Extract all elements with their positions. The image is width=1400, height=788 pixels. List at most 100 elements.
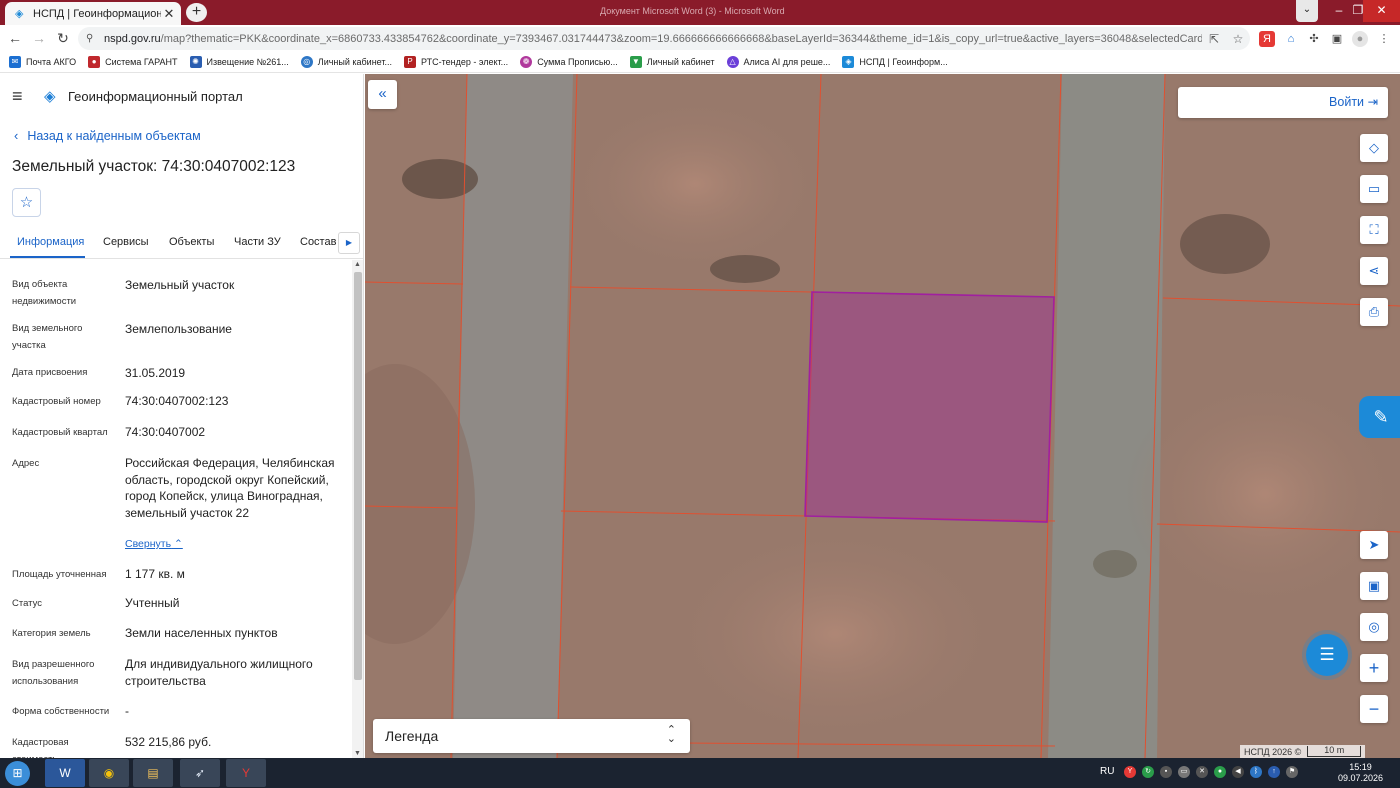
panel-scrollbar[interactable]: ▲ ▼ <box>352 260 363 758</box>
property-value: - <box>125 704 129 718</box>
hamburger-menu-icon[interactable]: ≡ <box>12 86 30 107</box>
tray-flag-icon[interactable]: ⚑ <box>1286 766 1298 778</box>
clock-date: 09.07.2026 <box>1338 773 1384 783</box>
map-footer: НСПД 2026 © 10 m <box>1240 745 1366 758</box>
scroll-up-icon[interactable]: ▲ <box>354 261 361 268</box>
clock[interactable]: 15:19 09.07.2026 <box>1338 762 1383 784</box>
home-extension-icon[interactable]: ⌂ <box>1283 31 1299 47</box>
property-value: Земельный участок <box>125 278 235 292</box>
reload-icon[interactable]: ↻ <box>54 29 72 47</box>
scroll-down-icon[interactable]: ▼ <box>354 750 361 757</box>
share-page-icon[interactable]: ⇱ <box>1202 32 1226 46</box>
property-label: Адрес <box>12 458 40 469</box>
tray-yandex-icon[interactable]: Y <box>1124 766 1136 778</box>
bookmark-item[interactable]: ▼ Личный кабинет <box>629 56 715 68</box>
browser-menu-icon[interactable]: ⋮ <box>1376 31 1392 47</box>
extensions-puzzle-icon[interactable]: ✣ <box>1306 31 1322 47</box>
print-icon[interactable]: ⎙ <box>1360 298 1388 326</box>
login-button[interactable]: Войти ⇥ <box>1178 87 1388 118</box>
info-tabs: Информация Сервисы Объекты Части ЗУ Сост… <box>0 232 363 259</box>
tab-parcel-parts[interactable]: Части ЗУ <box>234 236 281 248</box>
bookmark-item[interactable]: Р РТС-тендер - элект... <box>404 56 508 68</box>
bookmark-item[interactable]: ✉ Почта АКГО <box>9 56 76 68</box>
layers-icon[interactable]: ◇ <box>1360 134 1388 162</box>
collapse-panel-button[interactable]: « <box>368 80 397 109</box>
bookmark-item[interactable]: ◎ Личный кабинет... <box>300 56 392 68</box>
tray-display-icon[interactable]: ▭ <box>1178 766 1190 778</box>
object-title: Земельный участок: 74:30:0407002:123 <box>12 158 296 175</box>
forward-arrow-icon[interactable]: → <box>30 29 48 47</box>
tab-close-icon[interactable]: ✕ <box>161 6 177 22</box>
geolocation-icon[interactable]: ➤ <box>1360 531 1388 559</box>
property-value: 1 177 кв. м <box>125 567 185 581</box>
chat-icon[interactable]: ☰ <box>1306 634 1348 676</box>
back-link-label: Назад к найденным объектам <box>27 128 201 143</box>
browser-tab-bar: ◈ НСПД | Геоинформационный п ✕ + Докумен… <box>0 0 1400 25</box>
tab-composition[interactable]: Состав <box>300 236 336 248</box>
word-app-icon[interactable]: W <box>45 759 85 787</box>
bookmark-item[interactable]: ◈ НСПД | Геоинформ... <box>842 56 948 68</box>
profile-avatar[interactable]: ● <box>1352 31 1368 47</box>
login-arrow-icon: ⇥ <box>1367 95 1378 109</box>
back-arrow-icon[interactable]: ← <box>6 29 24 47</box>
area-select-icon[interactable]: ⛶ <box>1360 216 1388 244</box>
map-copyright: НСПД 2026 © <box>1244 746 1302 757</box>
property-label: Категория земель <box>12 628 91 639</box>
property-label: Вид земельного участка <box>12 323 83 351</box>
tab-search-button[interactable]: ⌄ <box>1296 0 1318 22</box>
bookmark-item[interactable]: △ Алиса AI для реше... <box>726 56 830 68</box>
minimap-icon[interactable]: ▣ <box>1360 572 1388 600</box>
browser-tab[interactable]: ◈ НСПД | Геоинформационный п ✕ <box>5 2 181 25</box>
bookmark-item[interactable]: ✺ Извещение №261... <box>189 56 289 68</box>
yandex-browser-icon[interactable]: Y <box>226 759 266 787</box>
tray-bluetooth-icon[interactable]: ᛒ <box>1250 766 1262 778</box>
site-info-icon[interactable]: ⚲ <box>86 33 98 44</box>
url-input[interactable]: ⚲ nspd.gov.ru/map?thematic=PKK&coordinat… <box>78 27 1250 50</box>
bookmark-favicon-icon: ✺ <box>189 56 202 68</box>
language-indicator[interactable]: RU <box>1100 766 1114 777</box>
zoom-out-button[interactable]: − <box>1360 695 1388 723</box>
tray-security-icon[interactable]: ● <box>1214 766 1226 778</box>
tray-volume-icon[interactable]: ◀ <box>1232 766 1244 778</box>
collapse-address-link[interactable]: Свернуть ⌃ <box>125 538 183 550</box>
satellite-imagery <box>365 74 1400 758</box>
tray-app-icon[interactable]: ▪ <box>1160 766 1172 778</box>
tray-update-icon[interactable]: ↑ <box>1268 766 1280 778</box>
yandex-extension-icon[interactable]: Я <box>1259 31 1275 47</box>
tray-network-icon[interactable]: ✕ <box>1196 766 1208 778</box>
sidebar-icon[interactable]: ▣ <box>1329 31 1345 47</box>
close-window-button[interactable]: ✕ <box>1363 0 1400 22</box>
tab-information[interactable]: Информация <box>17 236 84 248</box>
cadastral-map[interactable]: « Войти ⇥ ◇ ▭ ⛶ ⋖ ⎙ ✎ ➤ ▣ ◎ + − ☰ Легенд… <box>365 74 1400 758</box>
bookmark-item[interactable]: ● Система ГАРАНТ <box>88 56 178 68</box>
search-location-icon[interactable]: ◎ <box>1360 613 1388 641</box>
selected-parcel[interactable] <box>804 291 1055 523</box>
start-button[interactable]: ⊞ <box>5 761 30 786</box>
ruler-icon[interactable]: ▭ <box>1360 175 1388 203</box>
tab-services[interactable]: Сервисы <box>103 236 149 248</box>
tray-sync-icon[interactable]: ↻ <box>1142 766 1154 778</box>
legend-title: Легенда <box>385 728 439 744</box>
panel-header: ≡ ◈ Геоинформационный портал <box>0 74 363 118</box>
back-to-results-link[interactable]: ‹ Назад к найденным объектам <box>14 128 201 143</box>
share-icon[interactable]: ⋖ <box>1360 257 1388 285</box>
bookmarks-bar: ✉ Почта АКГО ● Система ГАРАНТ ✺ Извещение №… <box>0 52 1400 73</box>
file-explorer-icon[interactable]: ▤ <box>133 759 173 787</box>
zoom-in-button[interactable]: + <box>1360 654 1388 682</box>
tab-objects[interactable]: Объекты <box>169 236 214 248</box>
bookmark-item[interactable]: ❁ Сумма Прописью... <box>520 56 618 68</box>
chrome-app-icon[interactable]: ◉ <box>89 759 129 787</box>
portal-logo-icon: ◈ <box>44 88 56 105</box>
bookmark-favicon-icon: ❁ <box>520 56 533 68</box>
new-tab-button[interactable]: + <box>186 3 207 22</box>
tabs-scroll-right-icon[interactable]: ▶ <box>338 232 360 254</box>
property-label: Вид разрешенного использования <box>12 659 95 687</box>
scrollbar-thumb[interactable] <box>354 272 362 680</box>
address-bar-row: ← → ↻ ⚲ nspd.gov.ru/map?thematic=PKK&coo… <box>0 25 1400 52</box>
property-value: 532 215,86 руб. <box>125 735 212 749</box>
feedback-icon[interactable]: ✎ <box>1359 396 1400 438</box>
app-icon[interactable]: ➶ <box>180 759 220 787</box>
legend-dropdown[interactable]: Легенда ⌃ ⌄ <box>373 719 690 753</box>
favorite-star-button[interactable]: ☆ <box>12 188 41 217</box>
bookmark-star-icon[interactable]: ☆ <box>1226 32 1250 46</box>
